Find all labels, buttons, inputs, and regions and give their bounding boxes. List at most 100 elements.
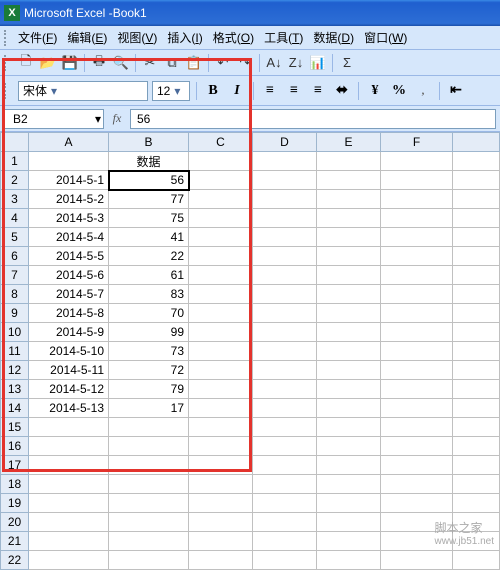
- cell[interactable]: [253, 190, 317, 209]
- cell[interactable]: [381, 342, 453, 361]
- font-size-combo[interactable]: 12 ▾: [152, 81, 190, 101]
- cell[interactable]: [381, 551, 453, 570]
- cell[interactable]: [453, 494, 500, 513]
- menu-v[interactable]: 视图(V): [113, 29, 161, 47]
- cell[interactable]: [317, 228, 381, 247]
- cell[interactable]: [253, 209, 317, 228]
- cell[interactable]: 2014-5-4: [29, 228, 109, 247]
- cell[interactable]: [381, 190, 453, 209]
- cell[interactable]: [453, 399, 500, 418]
- cell[interactable]: [453, 551, 500, 570]
- cell[interactable]: 2014-5-11: [29, 361, 109, 380]
- cell[interactable]: [317, 551, 381, 570]
- formula-input[interactable]: 56: [130, 109, 496, 129]
- chart-icon[interactable]: 📊: [308, 53, 328, 73]
- cell[interactable]: [189, 361, 253, 380]
- cell[interactable]: [453, 190, 500, 209]
- cell[interactable]: [253, 247, 317, 266]
- dropdown-icon[interactable]: ▾: [170, 84, 184, 98]
- row-header[interactable]: 14: [1, 399, 29, 418]
- print-icon[interactable]: 🖶: [89, 53, 109, 73]
- menu-o[interactable]: 格式(O): [209, 29, 258, 47]
- cell[interactable]: [189, 190, 253, 209]
- cell[interactable]: [29, 551, 109, 570]
- cell[interactable]: [381, 475, 453, 494]
- cell[interactable]: [189, 551, 253, 570]
- cell[interactable]: [317, 456, 381, 475]
- cell[interactable]: [253, 266, 317, 285]
- cell[interactable]: [317, 380, 381, 399]
- cell[interactable]: [317, 304, 381, 323]
- cell[interactable]: [253, 513, 317, 532]
- name-box[interactable]: B2 ▾: [4, 109, 104, 129]
- cell[interactable]: 41: [109, 228, 189, 247]
- comma-icon[interactable]: ,: [413, 81, 433, 101]
- row-header[interactable]: 13: [1, 380, 29, 399]
- column-header[interactable]: D: [253, 133, 317, 152]
- cell[interactable]: [317, 532, 381, 551]
- cell[interactable]: 77: [109, 190, 189, 209]
- cell[interactable]: [29, 456, 109, 475]
- cell[interactable]: [453, 171, 500, 190]
- cell[interactable]: [253, 399, 317, 418]
- cell[interactable]: [189, 399, 253, 418]
- cell[interactable]: [453, 361, 500, 380]
- cell[interactable]: 2014-5-10: [29, 342, 109, 361]
- row-header[interactable]: 8: [1, 285, 29, 304]
- cell[interactable]: [189, 285, 253, 304]
- autosum-icon[interactable]: Σ: [337, 53, 357, 73]
- cell[interactable]: [253, 342, 317, 361]
- cell[interactable]: [253, 494, 317, 513]
- cell[interactable]: [29, 494, 109, 513]
- cell[interactable]: [317, 494, 381, 513]
- cell[interactable]: [253, 437, 317, 456]
- cell[interactable]: [109, 456, 189, 475]
- dropdown-icon[interactable]: ▾: [47, 84, 61, 98]
- row-header[interactable]: 7: [1, 266, 29, 285]
- column-header[interactable]: B: [109, 133, 189, 152]
- row-header[interactable]: 11: [1, 342, 29, 361]
- cell[interactable]: 70: [109, 304, 189, 323]
- cell[interactable]: [29, 532, 109, 551]
- cell[interactable]: [381, 456, 453, 475]
- cell[interactable]: [253, 304, 317, 323]
- sort-asc-icon[interactable]: A↓: [264, 53, 284, 73]
- currency-icon[interactable]: ¥: [365, 81, 385, 101]
- align-center-icon[interactable]: ≡: [284, 81, 304, 101]
- cell[interactable]: [253, 418, 317, 437]
- column-header[interactable]: C: [189, 133, 253, 152]
- row-header[interactable]: 6: [1, 247, 29, 266]
- cell[interactable]: [189, 247, 253, 266]
- column-header[interactable]: A: [29, 133, 109, 152]
- cell[interactable]: [453, 380, 500, 399]
- cell[interactable]: 17: [109, 399, 189, 418]
- cell[interactable]: [317, 247, 381, 266]
- dropdown-icon[interactable]: ▾: [95, 112, 101, 126]
- italic-button[interactable]: I: [227, 81, 247, 101]
- cell[interactable]: [453, 437, 500, 456]
- row-header[interactable]: 22: [1, 551, 29, 570]
- indent-icon[interactable]: ⇤: [446, 81, 466, 101]
- row-header[interactable]: 10: [1, 323, 29, 342]
- row-header[interactable]: 17: [1, 456, 29, 475]
- cell[interactable]: [253, 456, 317, 475]
- cell[interactable]: [253, 152, 317, 171]
- cell[interactable]: [253, 228, 317, 247]
- cell[interactable]: [253, 551, 317, 570]
- column-header[interactable]: [453, 133, 500, 152]
- cell[interactable]: [189, 209, 253, 228]
- cell[interactable]: [189, 475, 253, 494]
- row-header[interactable]: 9: [1, 304, 29, 323]
- cell[interactable]: [317, 418, 381, 437]
- cell[interactable]: [381, 361, 453, 380]
- cell[interactable]: [317, 475, 381, 494]
- cell[interactable]: [317, 285, 381, 304]
- menu-i[interactable]: 插入(I): [163, 29, 206, 47]
- cell[interactable]: [29, 475, 109, 494]
- align-right-icon[interactable]: ≡: [308, 81, 328, 101]
- row-header[interactable]: 20: [1, 513, 29, 532]
- cell[interactable]: [29, 152, 109, 171]
- row-header[interactable]: 3: [1, 190, 29, 209]
- cell[interactable]: [453, 475, 500, 494]
- cell[interactable]: [253, 532, 317, 551]
